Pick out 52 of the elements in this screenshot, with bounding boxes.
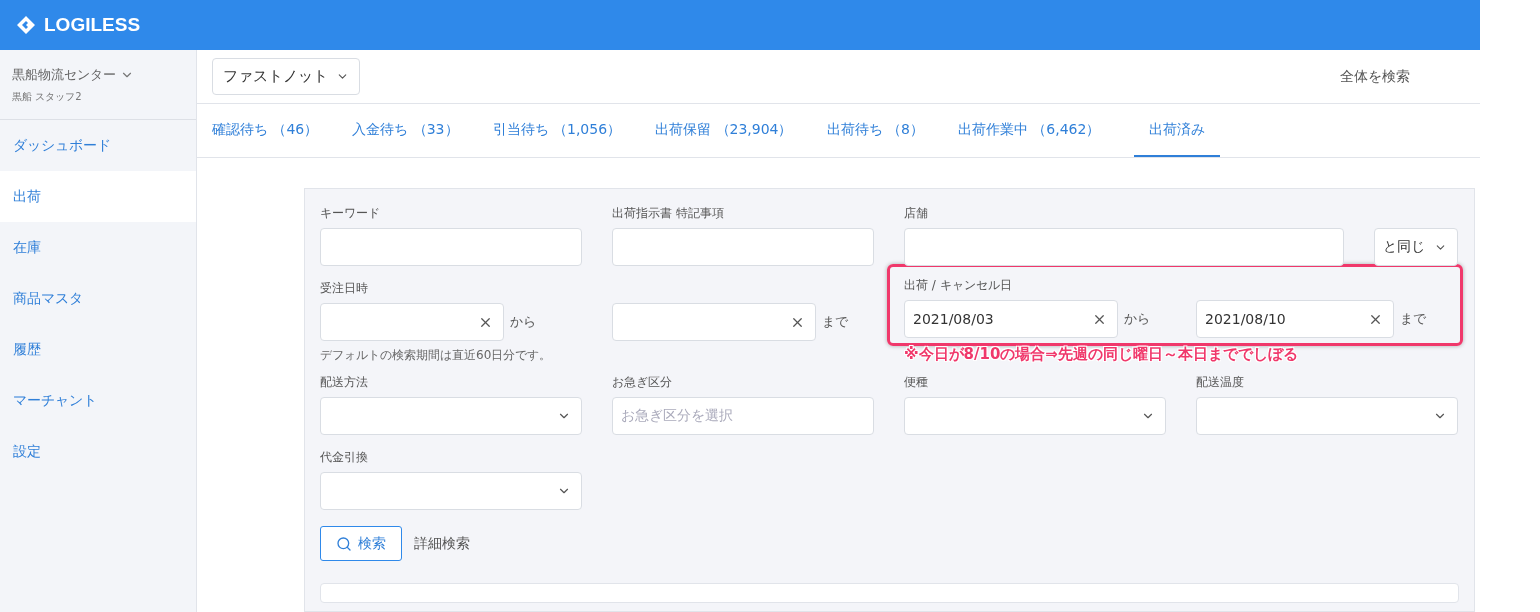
search-icon xyxy=(336,535,352,552)
tab[interactable]: 入金待ち （33） xyxy=(352,104,459,157)
range-label: から xyxy=(510,313,536,331)
field-label: 店舗 xyxy=(904,205,929,222)
field-label: 配送方法 xyxy=(320,374,369,391)
input-field[interactable] xyxy=(612,228,874,266)
date-field[interactable]: 2021/08/10 xyxy=(1196,300,1394,338)
field-label: 配送温度 xyxy=(1196,374,1245,391)
select-field[interactable] xyxy=(904,397,1166,435)
field-label: キーワード xyxy=(320,205,381,222)
range-label: まで xyxy=(822,313,848,331)
input-field[interactable] xyxy=(320,228,582,266)
search-button[interactable]: 検索 xyxy=(320,526,402,561)
search-all-link[interactable]: 全体を検索 xyxy=(1340,67,1410,86)
logo-icon xyxy=(16,15,36,35)
sidebar-item[interactable]: 出荷 xyxy=(0,171,196,222)
tab[interactable]: 引当待ち （1,056） xyxy=(492,104,622,157)
sidebar-item[interactable]: ダッシュボード xyxy=(0,120,196,171)
warehouse-switcher[interactable]: 黒船物流センター xyxy=(12,66,184,84)
date-field[interactable] xyxy=(320,303,504,341)
tab[interactable]: 出荷作業中 （6,462） xyxy=(957,104,1101,157)
annotation-note: ※今日が8/10の場合⇒先週の同じ曜日～本日まででしぼる xyxy=(904,345,1299,364)
input-field[interactable]: お急ぎ区分を選択 xyxy=(612,397,874,435)
sidebar-item[interactable]: マーチャント xyxy=(0,375,196,426)
tab[interactable]: 出荷済み xyxy=(1134,104,1221,157)
match-select[interactable]: と同じ xyxy=(1374,228,1458,266)
logo-text: LOGILESS xyxy=(44,14,141,36)
date-field[interactable] xyxy=(612,303,816,341)
range-label: まで xyxy=(1400,310,1426,328)
select-field[interactable] xyxy=(320,397,582,435)
select-field[interactable] xyxy=(1196,397,1458,435)
hint-text: デフォルトの検索期間は直近60日分です。 xyxy=(320,347,553,364)
sidebar-item[interactable]: 設定 xyxy=(0,426,196,477)
input-field[interactable] xyxy=(904,228,1344,266)
field-label: 代金引換 xyxy=(320,449,369,466)
sidebar-item[interactable]: 履歴 xyxy=(0,324,196,375)
sidebar-item[interactable]: 商品マスタ xyxy=(0,273,196,324)
field-label: 出荷 / キャンセル日 xyxy=(904,277,1013,294)
sidebar-item[interactable]: 在庫 xyxy=(0,222,196,273)
field-label: 便種 xyxy=(904,374,929,391)
range-label: から xyxy=(1124,310,1150,328)
field-label: お急ぎ区分 xyxy=(612,374,673,391)
user-name: 黒船 スタッフ2 xyxy=(12,90,83,104)
tab[interactable]: 確認待ち （46） xyxy=(212,104,319,157)
field-label: 出荷指示書 特記事項 xyxy=(612,205,725,222)
field-label: 受注日時 xyxy=(320,280,369,297)
shop-select[interactable]: ファストノット xyxy=(212,58,360,95)
tab[interactable]: 出荷保留 （23,904） xyxy=(655,104,793,157)
advanced-search-link[interactable]: 詳細検索 xyxy=(414,534,470,553)
date-field[interactable]: 2021/08/03 xyxy=(904,300,1118,338)
select-field[interactable] xyxy=(320,472,582,510)
tab[interactable]: 出荷待ち （8） xyxy=(826,104,924,157)
